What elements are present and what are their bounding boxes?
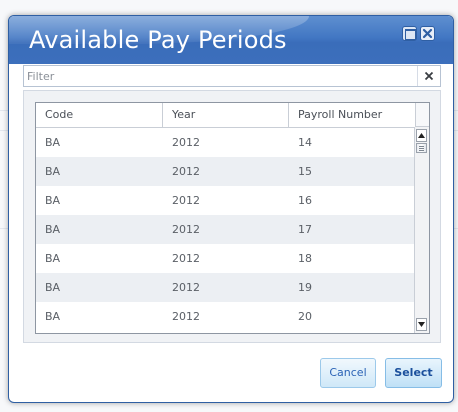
cell-payroll-number: 19	[298, 281, 312, 294]
maximize-icon[interactable]	[402, 26, 417, 41]
cell-code: BA	[45, 310, 61, 323]
vertical-scrollbar[interactable]	[414, 127, 429, 333]
cancel-button[interactable]: Cancel	[320, 358, 376, 388]
header-corner	[415, 103, 429, 127]
dialog-titlebar[interactable]: Available Pay Periods	[9, 16, 453, 64]
dialog-content: Code Year Payroll Number BA 2012 14 BA 2…	[23, 90, 441, 343]
grid-header: Code Year Payroll Number	[36, 103, 416, 128]
cell-year: 2012	[172, 165, 200, 178]
cell-year: 2012	[172, 223, 200, 236]
grid-body: BA 2012 14 BA 2012 15 BA 2012 16 BA 2012	[36, 128, 416, 331]
table-row[interactable]: BA 2012 19	[36, 273, 416, 302]
table-row[interactable]: BA 2012 20	[36, 302, 416, 331]
cell-year: 2012	[172, 194, 200, 207]
cell-payroll-number: 16	[298, 194, 312, 207]
cell-year: 2012	[172, 281, 200, 294]
column-header-payroll-number[interactable]: Payroll Number	[289, 103, 416, 127]
scroll-thumb[interactable]	[416, 143, 427, 153]
cell-code: BA	[45, 136, 61, 149]
select-button[interactable]: Select	[385, 358, 442, 388]
arrow-down-icon	[418, 322, 425, 327]
cell-year: 2012	[172, 136, 200, 149]
cell-code: BA	[45, 252, 61, 265]
cell-code: BA	[45, 223, 61, 236]
cell-code: BA	[45, 194, 61, 207]
filter-input[interactable]	[24, 66, 416, 86]
table-row[interactable]: BA 2012 17	[36, 215, 416, 244]
cell-payroll-number: 20	[298, 310, 312, 323]
cell-payroll-number: 15	[298, 165, 312, 178]
cell-year: 2012	[172, 252, 200, 265]
pay-periods-grid: Code Year Payroll Number BA 2012 14 BA 2…	[35, 102, 430, 334]
table-row[interactable]: BA 2012 14	[36, 128, 416, 157]
column-header-code[interactable]: Code	[36, 103, 163, 127]
column-header-year[interactable]: Year	[163, 103, 289, 127]
cell-code: BA	[45, 281, 61, 294]
cell-payroll-number: 18	[298, 252, 312, 265]
filter-bar	[23, 65, 441, 87]
cell-year: 2012	[172, 310, 200, 323]
pay-periods-dialog: Available Pay Periods Code Year Payroll …	[8, 15, 454, 403]
dialog-title: Available Pay Periods	[29, 26, 287, 54]
scroll-down-button[interactable]	[416, 318, 427, 331]
table-row[interactable]: BA 2012 16	[36, 186, 416, 215]
cell-payroll-number: 17	[298, 223, 312, 236]
arrow-up-icon	[418, 133, 425, 138]
table-row[interactable]: BA 2012 15	[36, 157, 416, 186]
cell-payroll-number: 14	[298, 136, 312, 149]
cell-code: BA	[45, 165, 61, 178]
x-icon	[424, 71, 434, 81]
scroll-up-button[interactable]	[416, 129, 427, 142]
clear-filter-button[interactable]	[417, 66, 440, 86]
table-row[interactable]: BA 2012 18	[36, 244, 416, 273]
close-icon[interactable]	[420, 26, 435, 41]
